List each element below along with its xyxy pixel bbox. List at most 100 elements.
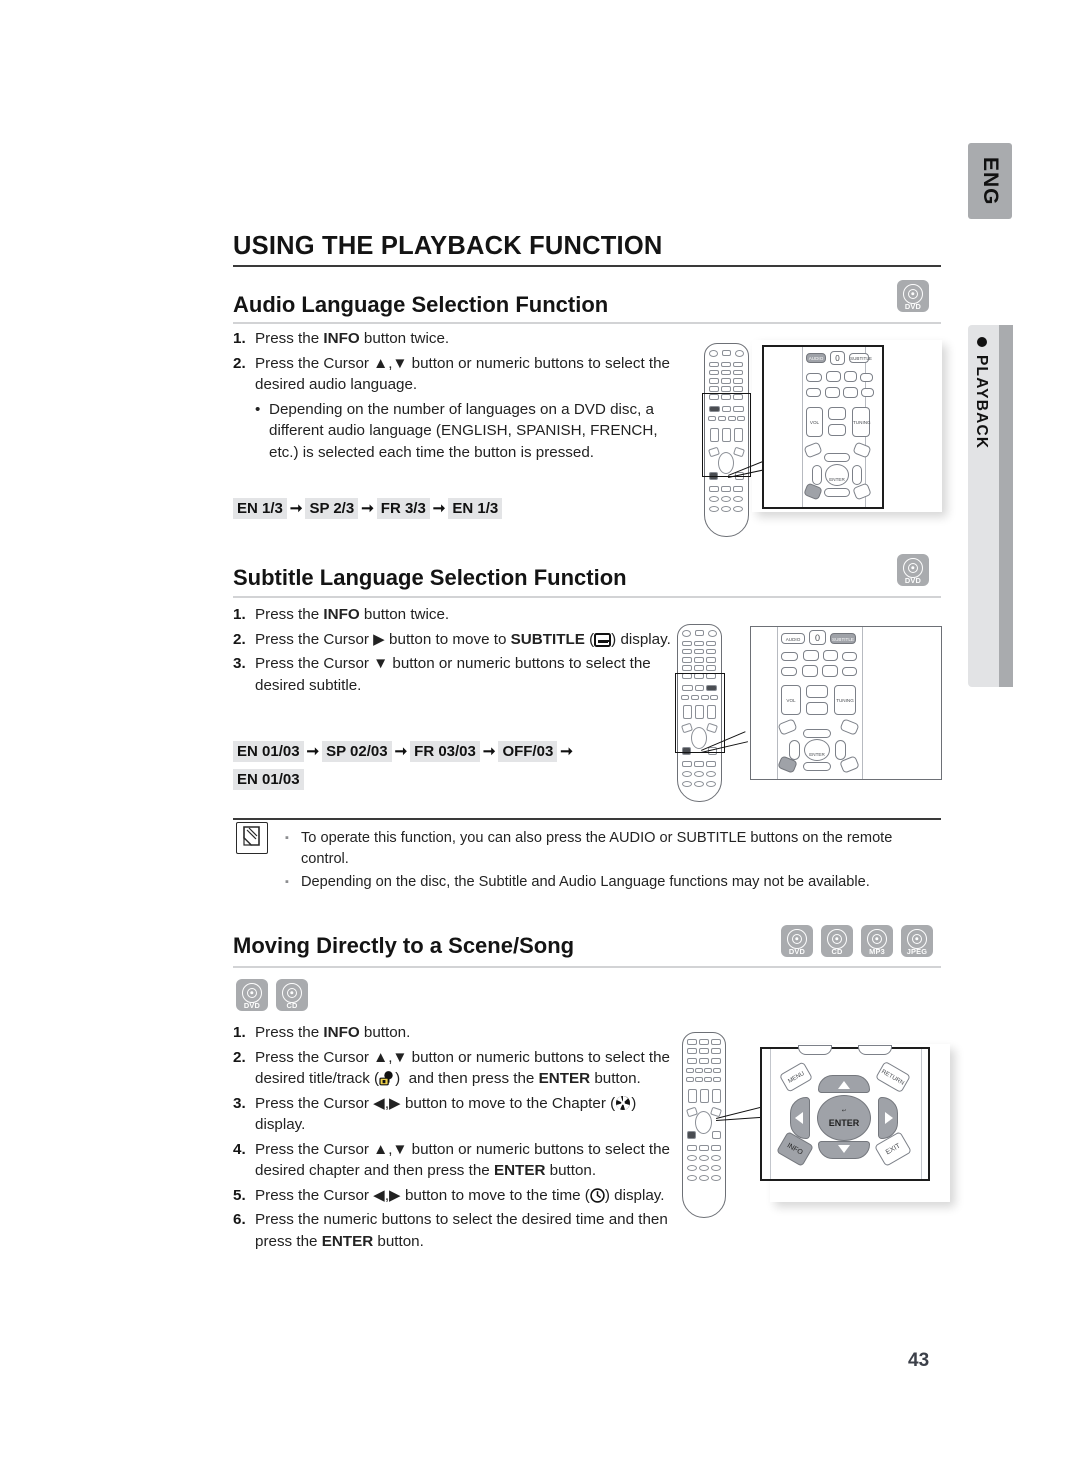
step-text: Press the Cursor ▲,▼ button or numeric b… <box>255 354 671 394</box>
step-number: 2. <box>233 354 246 372</box>
vol-top-button[interactable] <box>798 1045 832 1055</box>
volume-button[interactable]: VOL <box>806 407 823 437</box>
cursor-up-button[interactable] <box>824 453 850 462</box>
tv-key <box>695 630 704 636</box>
forward-button[interactable] <box>842 667 857 676</box>
cursor-left-button[interactable] <box>789 740 800 760</box>
remote-body <box>682 1032 726 1218</box>
step-button[interactable] <box>826 371 841 382</box>
subtitle-button[interactable]: SUBTITLE <box>849 353 872 363</box>
mini-key <box>709 370 719 375</box>
bullet-dot-icon: • <box>255 400 261 418</box>
mute-button[interactable] <box>806 685 828 698</box>
prev-button[interactable] <box>806 373 822 382</box>
disc-icon <box>907 929 927 949</box>
prev-button[interactable] <box>781 652 798 661</box>
badge-dvd: DVD <box>781 925 813 957</box>
sequence-chip: EN 1/3 <box>448 498 503 519</box>
tuning-top-button[interactable] <box>858 1045 892 1055</box>
mini-key <box>699 1155 709 1161</box>
cursor-right-button[interactable] <box>835 740 846 760</box>
callout-selection-box <box>675 673 725 753</box>
power-key <box>709 350 718 357</box>
rewind-button[interactable] <box>781 667 797 676</box>
mini-key <box>682 771 692 777</box>
numeric-key-5 <box>694 665 704 671</box>
tuning-button[interactable]: TUNING <box>852 407 871 437</box>
tuning-button[interactable]: TUNING <box>834 685 856 715</box>
audio-button[interactable]: AUDIO <box>806 353 826 363</box>
mini-key <box>694 649 704 654</box>
cursor-left-button[interactable] <box>812 465 822 485</box>
subtitle-button[interactable]: SUBTITLE <box>830 633 856 644</box>
cursor-down-button[interactable] <box>824 488 850 497</box>
stop-button[interactable] <box>825 387 840 398</box>
disc-icon <box>903 284 923 304</box>
rewind-button[interactable] <box>806 388 821 397</box>
mini-key <box>721 370 731 375</box>
next-button[interactable] <box>860 373 873 382</box>
zoom-frame: AUDIO 0 SUBTITLE VOL TUNING ENTER <box>750 626 942 780</box>
disc-icon <box>867 929 887 949</box>
step-button[interactable] <box>803 650 819 661</box>
step-item: 3. Press the Cursor ▼ button or numeric … <box>233 653 673 696</box>
cursor-right-button[interactable] <box>852 465 862 485</box>
zero-button[interactable]: 0 <box>809 630 826 645</box>
zoom-frame: MENU RETURN ↩ ENTER INFO EXIT <box>760 1045 930 1181</box>
step-text: Press the INFO button twice. <box>255 330 450 347</box>
mini-key <box>721 362 731 367</box>
step-item: 2. Press the Cursor ▲,▼ button or numeri… <box>233 1047 673 1090</box>
step-number: 6. <box>233 1211 246 1228</box>
mini-key <box>687 1145 697 1151</box>
step-text: Press the INFO button twice. <box>255 606 450 623</box>
disc-icon <box>787 929 807 949</box>
open-close-key <box>735 350 744 357</box>
section-tab-label: PLAYBACK <box>973 355 990 450</box>
forward-button[interactable] <box>861 388 874 397</box>
step-number: 4. <box>233 1140 246 1158</box>
remain-button[interactable] <box>828 424 846 436</box>
cursor-down-button[interactable] <box>803 762 831 771</box>
play-button[interactable] <box>822 665 838 677</box>
step-number: 3. <box>233 1094 246 1112</box>
cursor-up-button[interactable] <box>803 729 831 738</box>
step-text: Press the Cursor ◀,▶ button to move to t… <box>255 1094 637 1134</box>
cursor-down-button[interactable] <box>818 1141 870 1159</box>
media-badges-audio: DVD <box>897 280 929 312</box>
pen-glyph <box>243 826 260 846</box>
remain-button[interactable] <box>806 702 828 715</box>
enter-button[interactable]: ENTER <box>825 464 849 486</box>
badge-label: MP3 <box>869 947 885 956</box>
numeric-key-3 <box>706 657 716 663</box>
enter-button[interactable]: ↩ ENTER <box>817 1095 871 1141</box>
cursor-up-button[interactable] <box>818 1075 870 1093</box>
volume-button[interactable]: VOL <box>781 685 801 715</box>
mute-button[interactable] <box>828 407 846 420</box>
title-track-icon <box>379 1070 395 1086</box>
step-item: 3. Press the Cursor ◀,▶ button to move t… <box>233 1093 673 1136</box>
note-icon <box>236 822 268 854</box>
next-button[interactable] <box>842 652 857 661</box>
pause-button[interactable] <box>844 371 857 382</box>
navigation-pad <box>695 1111 712 1134</box>
numeric-key-6 <box>711 1039 721 1045</box>
zero-button[interactable]: 0 <box>830 351 845 365</box>
mini-key <box>733 362 743 367</box>
badge-cd: CD <box>276 979 308 1011</box>
steps-audio: 1. Press the INFO button twice. 2. Press… <box>233 328 673 463</box>
numeric-key-1 <box>682 657 692 663</box>
step-item: 1. Press the INFO button. <box>233 1022 673 1044</box>
audio-button[interactable]: AUDIO <box>781 633 805 644</box>
mini-key <box>721 486 731 492</box>
mini-key <box>699 1145 709 1151</box>
pause-button[interactable] <box>823 650 838 661</box>
mini-key <box>733 370 743 375</box>
transport-key <box>713 1077 721 1082</box>
enter-button[interactable]: ENTER <box>804 739 830 761</box>
mini-key <box>694 781 704 787</box>
cursor-left-button[interactable] <box>790 1097 810 1139</box>
language-tab: ENG <box>968 143 1012 219</box>
transport-key <box>713 1068 721 1073</box>
stop-button[interactable] <box>802 665 818 677</box>
play-button[interactable] <box>843 387 858 398</box>
